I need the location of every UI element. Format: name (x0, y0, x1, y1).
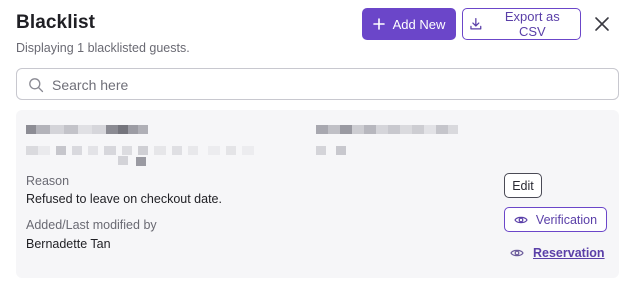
eye-icon (510, 249, 524, 257)
export-csv-label: Export as CSV (504, 9, 560, 39)
page-title: Blacklist (16, 12, 96, 33)
download-icon (470, 17, 482, 30)
plus-icon (372, 18, 385, 30)
reason-value: Refused to leave on checkout date. (26, 192, 222, 206)
verification-button[interactable]: Verification (504, 207, 607, 232)
add-new-label: Add New (392, 16, 446, 32)
add-new-button[interactable]: Add New (362, 8, 456, 40)
modified-by-value: Bernadette Tan (26, 237, 111, 251)
blacklist-panel: Blacklist Displaying 1 blacklisted guest… (0, 0, 628, 291)
edit-button[interactable]: Edit (504, 173, 542, 198)
export-csv-button[interactable]: Export as CSV (462, 8, 581, 40)
verification-label: Verification (535, 212, 598, 227)
result-count-text: Displaying 1 blacklisted guests. (16, 41, 190, 55)
search-icon (29, 78, 44, 93)
edit-label: Edit (512, 178, 534, 193)
modified-by-label: Added/Last modified by (26, 218, 157, 232)
search-input[interactable] (50, 72, 614, 98)
search-bar (16, 68, 619, 100)
eye-icon (514, 216, 528, 223)
close-icon[interactable] (592, 14, 612, 34)
reservation-link[interactable]: Reservation (510, 245, 605, 261)
reservation-label: Reservation (533, 246, 605, 260)
reason-label: Reason (26, 174, 70, 188)
